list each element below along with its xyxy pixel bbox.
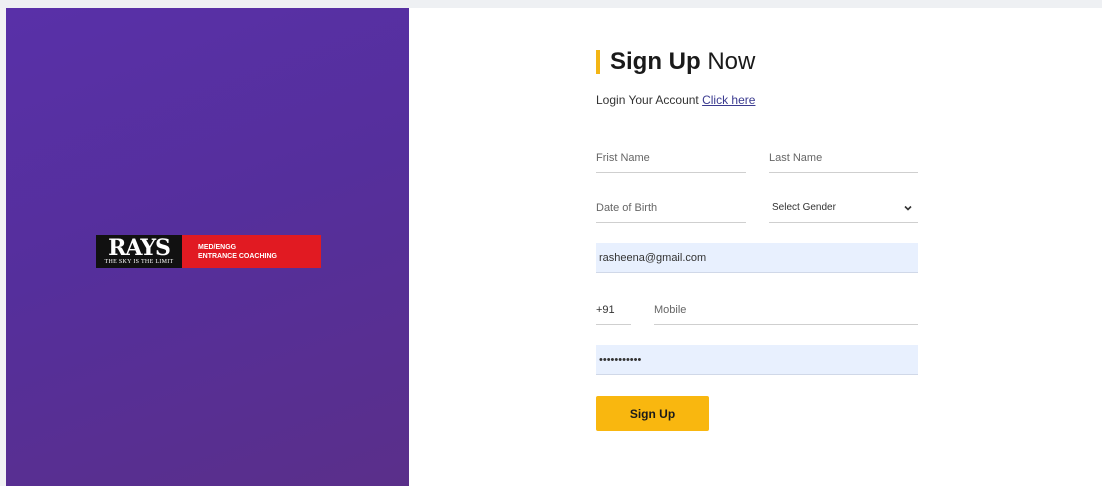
mobile-input[interactable] bbox=[654, 295, 918, 325]
chevron-down-icon bbox=[904, 205, 912, 211]
country-code-input[interactable] bbox=[596, 295, 631, 325]
logo-line-2: ENTRANCE COACHING bbox=[198, 252, 277, 260]
logo-word: RAYS bbox=[108, 235, 171, 261]
top-strip bbox=[0, 0, 1102, 8]
logo-red-band: MED/ENGG ENTRANCE COACHING bbox=[182, 235, 321, 268]
login-prompt-line: Login Your Account Click here bbox=[596, 93, 755, 107]
logo-tagline: THE SKY IS THE LIMIT bbox=[104, 259, 174, 265]
logo-line-1: MED/ENGG bbox=[198, 243, 237, 251]
brand-panel: RAYS THE SKY IS THE LIMIT MED/ENGG ENTRA… bbox=[6, 8, 409, 486]
signup-button[interactable]: Sign Up bbox=[596, 396, 709, 431]
last-name-input[interactable] bbox=[769, 143, 918, 173]
logo-mark: RAYS THE SKY IS THE LIMIT bbox=[96, 235, 182, 268]
rays-logo: RAYS THE SKY IS THE LIMIT MED/ENGG ENTRA… bbox=[96, 235, 321, 268]
dob-input[interactable] bbox=[596, 193, 746, 223]
title-accent-bar bbox=[596, 50, 600, 74]
login-link[interactable]: Click here bbox=[702, 93, 755, 107]
title-rest: Now bbox=[700, 48, 756, 75]
gender-selected-value: Select Gender bbox=[772, 202, 836, 213]
page-title: Sign Up Now bbox=[610, 48, 755, 76]
title-bold: Sign Up bbox=[610, 48, 701, 75]
login-prompt: Login Your Account bbox=[596, 93, 703, 107]
gender-select[interactable]: Select Gender bbox=[769, 193, 918, 223]
email-input[interactable] bbox=[596, 243, 918, 273]
first-name-input[interactable] bbox=[596, 143, 746, 173]
password-input[interactable] bbox=[596, 345, 918, 375]
